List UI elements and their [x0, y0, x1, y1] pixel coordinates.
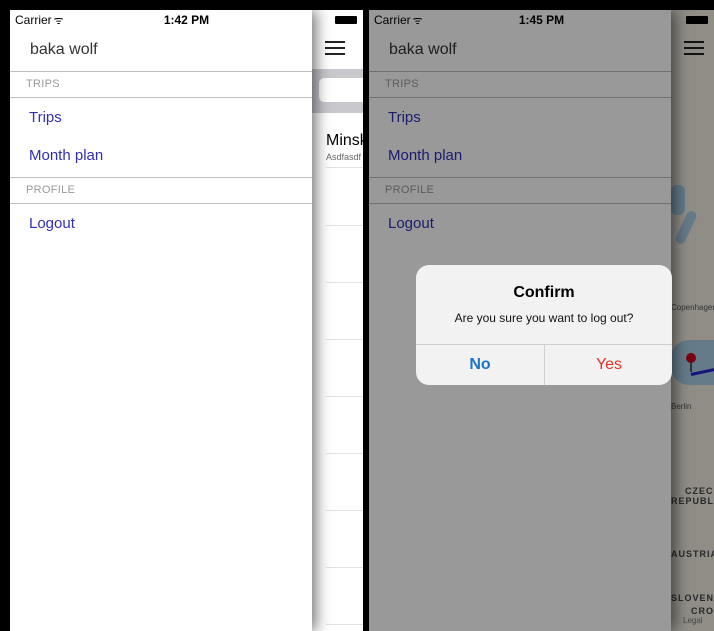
list-divider — [326, 510, 363, 511]
battery-icon — [335, 16, 357, 24]
clock: 1:45 PM — [518, 13, 565, 27]
status-bar: Carrier ᯤ 1:45 PM — [369, 10, 714, 30]
trip-subtitle: Asdfasdf — [326, 152, 362, 162]
list-divider — [326, 167, 363, 168]
status-bar: Carrier ᯤ 1:42 PM — [10, 10, 363, 30]
list-divider — [326, 624, 363, 625]
left-screen: Carrierᯤ 1:42 PM Minsk Asdfasdf baka wol… — [10, 10, 363, 631]
list-divider — [326, 567, 363, 568]
right-screen: Carrierᯤ 1:45 PM Copenhagen Berlin CZECH… — [369, 10, 714, 631]
drawer-item-logout[interactable]: Logout — [29, 215, 75, 232]
drawer-item-month-plan[interactable]: Month plan — [29, 147, 103, 164]
side-drawer: baka wolf TRIPS Trips Month plan PROFILE… — [10, 10, 312, 631]
section-header-profile: PROFILE — [10, 177, 312, 204]
search-input[interactable] — [319, 78, 363, 102]
no-button[interactable]: No — [416, 345, 544, 385]
trips-screen-peek: Minsk Asdfasdf — [312, 10, 363, 631]
section-header-trips: TRIPS — [10, 71, 312, 98]
list-divider — [326, 453, 363, 454]
list-divider — [326, 339, 363, 340]
list-divider — [326, 225, 363, 226]
hamburger-menu-icon[interactable] — [325, 41, 347, 57]
confirm-logout-alert: Confirm Are you sure you want to log out… — [416, 265, 672, 385]
alert-title: Confirm — [513, 284, 575, 301]
list-divider — [326, 282, 363, 283]
user-name: baka wolf — [30, 41, 98, 58]
list-divider — [326, 396, 363, 397]
trip-title[interactable]: Minsk — [326, 132, 363, 150]
alert-message: Are you sure you want to log out? — [454, 311, 634, 325]
yes-button[interactable]: Yes — [545, 345, 672, 385]
drawer-item-trips[interactable]: Trips — [29, 109, 62, 126]
battery-icon — [686, 16, 708, 24]
clock: 1:42 PM — [163, 13, 210, 27]
